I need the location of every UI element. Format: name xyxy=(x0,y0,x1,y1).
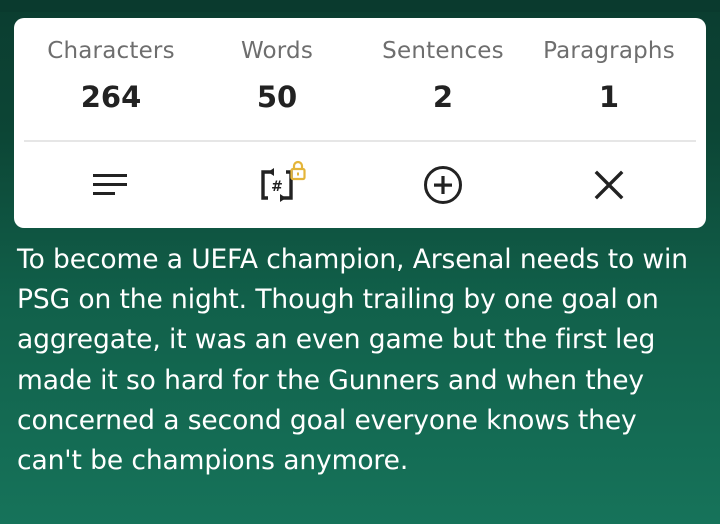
stat-label: Words xyxy=(240,38,314,64)
stat-characters: Characters 264 xyxy=(28,18,194,142)
text-stats-card: Characters 264 Words 50 Sentences 2 Para… xyxy=(14,18,706,228)
text-lines-button[interactable] xyxy=(28,142,194,228)
stats-row: Characters 264 Words 50 Sentences 2 Para… xyxy=(28,18,692,142)
stat-label: Characters xyxy=(47,38,175,64)
stat-words: Words 50 xyxy=(194,18,360,142)
hashtag-swap-button[interactable]: # xyxy=(194,142,360,228)
text-content: To become a UEFA champion, Arsenal needs… xyxy=(17,244,688,477)
text-lines-icon xyxy=(93,174,127,195)
actions-row: # xyxy=(28,142,692,228)
stat-paragraphs: Paragraphs 1 xyxy=(526,18,692,142)
add-button[interactable] xyxy=(360,142,526,228)
stat-value: 2 xyxy=(432,80,454,114)
svg-text:#: # xyxy=(271,179,283,195)
top-strip xyxy=(0,0,720,12)
stat-value: 50 xyxy=(256,80,298,114)
stat-label: Sentences xyxy=(382,38,504,64)
lock-icon xyxy=(290,160,306,181)
stat-value: 264 xyxy=(80,80,142,114)
close-button[interactable] xyxy=(526,142,692,228)
close-icon xyxy=(594,170,624,200)
stat-value: 1 xyxy=(598,80,620,114)
add-circle-icon xyxy=(424,166,462,204)
stat-label: Paragraphs xyxy=(543,38,675,64)
stat-sentences: Sentences 2 xyxy=(360,18,526,142)
